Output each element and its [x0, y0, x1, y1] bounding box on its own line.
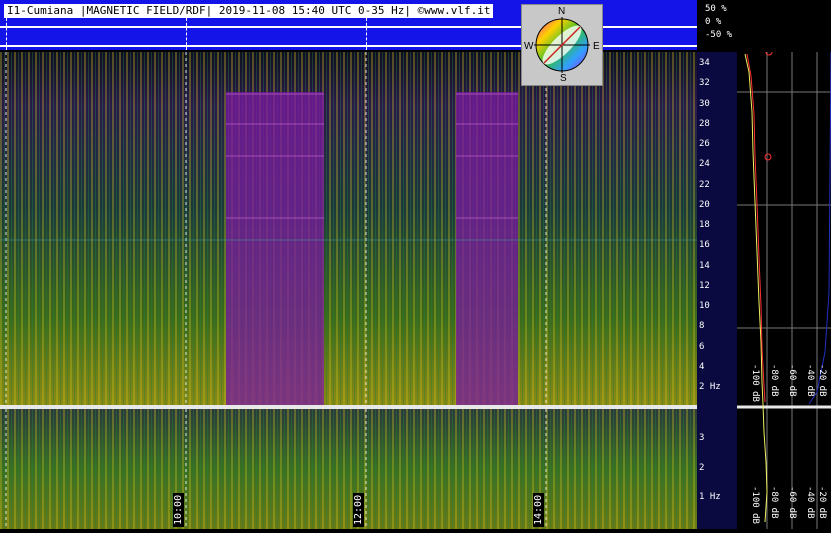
db-label-upper: -80 dB — [769, 364, 779, 397]
frequency-tick-upper: 20 — [699, 199, 710, 210]
frequency-tick-lower: 2 — [699, 463, 705, 473]
frequency-tick-lower: 3 — [699, 433, 705, 443]
db-label-lower: -20 dB — [817, 486, 827, 519]
db-label-lower: -100 dB — [750, 486, 760, 524]
frequency-tick-upper: 16 — [699, 240, 710, 251]
frequency-tick-upper: 10 — [699, 301, 710, 311]
compass-west: W — [524, 41, 534, 52]
frequency-tick-upper: 2 Hz — [699, 382, 721, 392]
time-label: 14:00 — [533, 492, 544, 527]
frequency-tick-upper: 4 — [699, 361, 705, 372]
frequency-tick-upper: 12 — [699, 280, 710, 291]
db-label-upper: -60 dB — [787, 364, 797, 397]
compass-north: N — [558, 6, 566, 17]
rdf-scale-bottom: -50 % — [705, 30, 733, 40]
frequency-tick-upper: 26 — [699, 139, 710, 149]
compass-east: E — [593, 41, 600, 52]
time-label: 12:00 — [353, 492, 364, 527]
frequency-tick-upper: 34 — [699, 58, 710, 68]
db-label-lower: -40 dB — [805, 486, 815, 519]
frequency-tick-upper: 32 — [699, 78, 710, 89]
frequency-tick-upper: 28 — [699, 118, 710, 129]
frequency-tick-upper: 24 — [699, 159, 710, 170]
frequency-tick-upper: 18 — [699, 220, 710, 230]
spectrogram-lower-image — [0, 409, 697, 529]
db-label-upper: -40 dB — [805, 364, 815, 397]
vlf-spectrogram-screen: I1-Cumiana |MAGNETIC FIELD/RDF| 2019-11-… — [0, 0, 831, 529]
spectrum-level-plot — [737, 48, 831, 529]
direction-compass: N E S W — [521, 4, 603, 86]
frequency-tick-upper: 30 — [699, 98, 710, 109]
spectrum-level-panel — [737, 48, 831, 529]
page-title: I1-Cumiana |MAGNETIC FIELD/RDF| 2019-11-… — [4, 4, 494, 18]
frequency-tick-upper: 22 — [699, 179, 710, 190]
rdf-scale-top: 50 % — [705, 4, 727, 14]
frequency-tick-upper: 8 — [699, 321, 705, 332]
compass-south: S — [560, 73, 567, 84]
frequency-tick-upper: 14 — [699, 260, 710, 271]
db-label-upper: -20 dB — [817, 364, 827, 397]
time-label: 10:00 — [173, 492, 184, 527]
spectrogram-lower — [0, 409, 697, 529]
spectrogram-upper — [0, 52, 697, 405]
db-label-upper: -100 dB — [750, 364, 760, 402]
frequency-tick-upper: 6 — [699, 341, 705, 352]
rdf-scale-mid: 0 % — [705, 17, 722, 27]
db-label-lower: -60 dB — [787, 486, 797, 519]
spectrogram-upper-image — [0, 52, 697, 405]
frequency-tick-lower: 1 Hz — [699, 492, 721, 502]
db-label-lower: -80 dB — [769, 486, 779, 519]
